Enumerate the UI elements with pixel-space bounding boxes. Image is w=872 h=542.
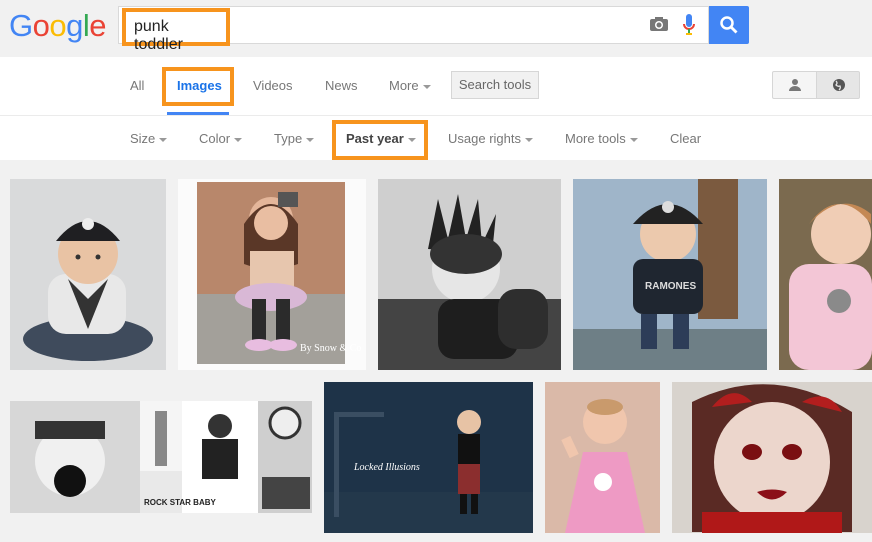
tab-all[interactable]: All [130, 78, 144, 93]
logo-letter: G [9, 8, 33, 43]
filter-color-label: Color [199, 131, 231, 146]
result-image-locked-illusions[interactable]: Locked Illusions [324, 382, 533, 533]
search-tools-button[interactable]: Search tools [451, 71, 539, 99]
active-tab-indicator [167, 112, 229, 115]
person-icon [789, 79, 801, 91]
chevron-down-icon [306, 137, 315, 142]
chevron-down-icon [422, 84, 431, 89]
result-image-pink-dress-baby[interactable] [545, 382, 660, 533]
filter-usage-rights-label: Usage rights [448, 131, 521, 146]
tab-news[interactable]: News [325, 78, 358, 93]
result-image-mohawk-toddler[interactable] [378, 179, 561, 370]
tab-more-label: More [389, 78, 419, 93]
filter-size-label: Size [130, 131, 156, 146]
result-image-pink-skull-toddler[interactable] [779, 179, 872, 370]
images-tab-highlight [162, 67, 234, 106]
logo-letter: g [66, 8, 83, 43]
camera-icon[interactable] [649, 16, 669, 32]
filter-size[interactable]: Size [130, 131, 168, 146]
result-image-vampire-doll[interactable] [672, 382, 872, 533]
svg-text:RAMONES: RAMONES [645, 281, 696, 292]
tab-more[interactable]: More [389, 78, 431, 93]
filter-type-label: Type [274, 131, 303, 146]
logo-letter: o [49, 8, 67, 43]
filter-type[interactable]: Type [274, 131, 315, 146]
logo-letter: o [32, 8, 50, 43]
image-caption-rockstar: ROCK STAR BABY [144, 498, 217, 507]
filter-usage-rights[interactable]: Usage rights [448, 131, 533, 146]
filter-more-tools-label: More tools [565, 131, 626, 146]
safesearch-person-button[interactable] [772, 71, 817, 99]
image-caption-locked-illusions: Locked Illusions [353, 462, 420, 473]
chevron-down-icon [629, 137, 638, 142]
past-year-highlight [332, 120, 428, 160]
search-icon [720, 16, 738, 34]
logo-letter: e [89, 8, 107, 43]
globe-icon [833, 79, 845, 91]
globe-button[interactable] [816, 71, 860, 99]
tab-videos[interactable]: Videos [253, 78, 293, 93]
result-image-toddler-skull-beanie[interactable] [10, 179, 166, 370]
result-image-rockstar-baby-collage[interactable]: ROCK STAR BABY [10, 401, 312, 513]
filter-more-tools[interactable]: More tools [565, 131, 638, 146]
search-button[interactable] [709, 6, 749, 44]
filter-color[interactable]: Color [199, 131, 243, 146]
result-image-ramones-toddler[interactable]: RAMONES [573, 179, 767, 370]
chevron-down-icon [524, 137, 533, 142]
chevron-down-icon [234, 137, 243, 142]
image-caption-snow: By Snow & Co [300, 343, 361, 354]
result-image-toddler-tutu[interactable]: By Snow & Co [178, 179, 366, 370]
microphone-icon[interactable] [682, 13, 696, 37]
google-logo[interactable]: Google [9, 8, 107, 44]
search-query-text[interactable]: punk toddler [122, 8, 230, 53]
filter-clear[interactable]: Clear [670, 131, 701, 146]
chevron-down-icon [159, 137, 168, 142]
